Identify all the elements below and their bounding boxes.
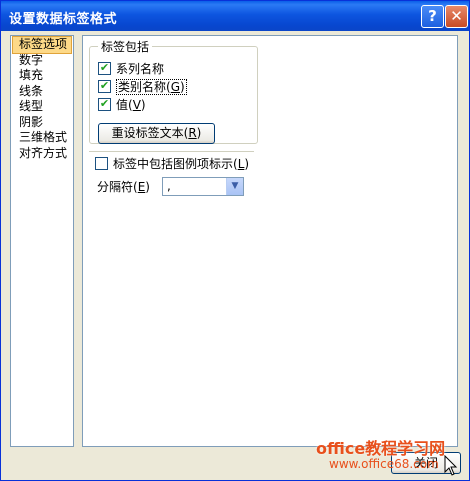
include-legend-key-option[interactable]: 标签中包括图例项标示(L)	[95, 156, 249, 172]
mouse-cursor-icon	[444, 455, 458, 476]
category-list: 标签选项 数字 填充 线条 线型 阴影 三维格式 对齐方式	[10, 35, 74, 447]
nav-item-3d-format[interactable]: 三维格式	[11, 130, 73, 146]
series-name-checkbox[interactable]: ✔	[98, 61, 111, 75]
include-legend-key-label: 标签中包括图例项标示	[113, 157, 234, 171]
checkmark-icon: ✔	[99, 79, 110, 92]
value-option[interactable]: ✔ 值(V)	[98, 97, 146, 113]
help-button[interactable]: ?	[421, 5, 444, 28]
checkmark-icon: ✔	[99, 97, 110, 110]
title-bar[interactable]: 设置数据标签格式 ? ✕	[1, 1, 469, 31]
value-checkbox[interactable]: ✔	[98, 97, 111, 111]
series-name-option[interactable]: ✔ 系列名称	[98, 61, 164, 77]
separator-label-text: 分隔符	[97, 180, 134, 194]
reset-label-text-button[interactable]: 重设标签文本(R)	[98, 123, 215, 144]
series-name-label: 系列名称	[116, 62, 165, 76]
separator-label: 分隔符(E)	[97, 179, 150, 195]
divider	[89, 151, 254, 152]
access-key: R	[188, 126, 197, 140]
key-close: )	[244, 157, 250, 171]
nav-item-alignment[interactable]: 对齐方式	[11, 146, 73, 162]
separator-value: ,	[167, 179, 171, 193]
help-icon: ?	[428, 7, 437, 25]
key-close: )	[180, 80, 185, 94]
format-data-labels-dialog: 设置数据标签格式 ? ✕ 标签选项 数字 填充 线条 线型 阴影 三维格式 对齐…	[0, 0, 470, 481]
category-name-option[interactable]: ✔ 类别名称(G)	[98, 79, 187, 95]
nav-item-fill[interactable]: 填充	[11, 68, 73, 84]
watermark-url: www.office68.com	[329, 457, 439, 471]
nav-item-number[interactable]: 数字	[11, 53, 73, 69]
access-key: V	[132, 98, 141, 112]
watermark-title: office教程学习网	[316, 439, 446, 458]
category-name-checkbox[interactable]: ✔	[98, 79, 111, 93]
label-options-panel: 标签包括 ✔ 系列名称 ✔ 类别名称(G) ✔ 值(V) 重设标签文本(R) 标签中包…	[82, 35, 458, 447]
title-close-button[interactable]: ✕	[445, 5, 468, 28]
category-name-label: 类别名称	[118, 80, 167, 94]
nav-item-label-options[interactable]: 标签选项	[12, 36, 72, 54]
include-legend-key-checkbox[interactable]	[95, 157, 108, 170]
checkmark-icon: ✔	[99, 61, 110, 74]
separator-select[interactable]: , ▼	[162, 177, 244, 196]
key-close: )	[140, 98, 146, 112]
value-label: 值	[116, 98, 129, 112]
key-close: )	[196, 126, 202, 140]
close-icon: ✕	[450, 7, 463, 25]
key-close: )	[145, 180, 150, 194]
nav-item-line-color[interactable]: 线条	[11, 84, 73, 100]
nav-item-shadow[interactable]: 阴影	[11, 115, 73, 131]
dialog-title: 设置数据标签格式	[9, 12, 118, 27]
chevron-down-icon[interactable]: ▼	[226, 178, 243, 195]
label-contains-group: 标签包括 ✔ 系列名称 ✔ 类别名称(G) ✔ 值(V) 重设标签文本(R)	[89, 38, 258, 144]
category-name-label-wrap: 类别名称(G)	[116, 79, 187, 95]
access-key: G	[170, 80, 181, 94]
nav-item-line-style[interactable]: 线型	[11, 99, 73, 115]
button-label: 重设标签文本	[111, 126, 184, 140]
group-title: 标签包括	[98, 38, 153, 55]
